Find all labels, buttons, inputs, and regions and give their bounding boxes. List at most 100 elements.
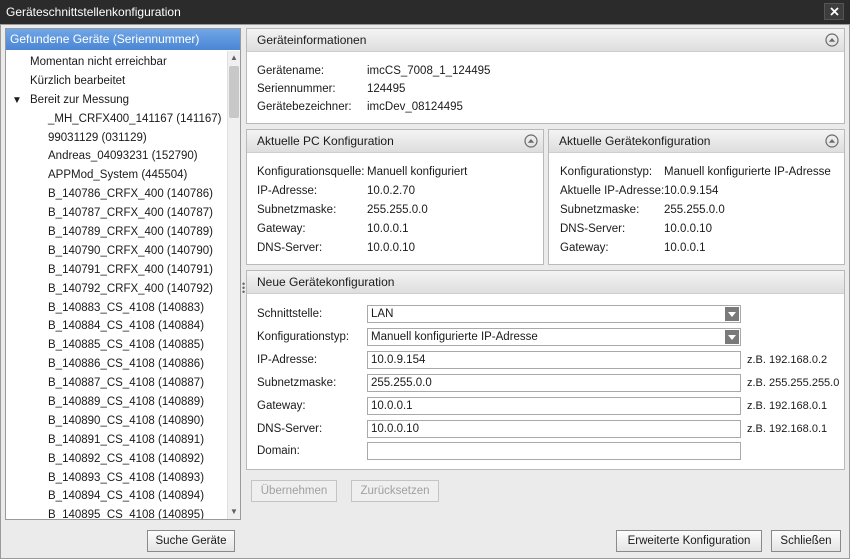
ip-hint: z.B. 192.168.0.2 <box>747 354 828 366</box>
pc-gateway-label: Gateway: <box>257 223 306 235</box>
pc-config-panel: Aktuelle PC Konfiguration Konfigurations… <box>246 129 544 265</box>
device-config-title: Aktuelle Gerätekonfiguration <box>549 130 844 153</box>
pc-mask-label: Subnetzmaske: <box>257 204 337 216</box>
mask-input[interactable]: 255.255.0.0 <box>367 374 741 392</box>
device-name-value: imcCS_7008_1_124495 <box>367 65 491 77</box>
device-item[interactable]: B_140884_CS_4108 (140884) <box>6 317 226 336</box>
device-list-scrollbar[interactable]: ▲ ▼ <box>227 51 240 519</box>
scroll-thumb[interactable] <box>229 66 239 118</box>
gateway-label: Gateway: <box>257 400 306 412</box>
device-item[interactable]: _MH_CRFX400_141167 (141167) <box>6 110 226 129</box>
pc-ip-value: 10.0.2.70 <box>367 185 415 197</box>
domain-label: Domain: <box>257 445 300 457</box>
pc-dns-value: 10.0.0.10 <box>367 242 415 254</box>
device-item[interactable]: 99031129 (031129) <box>6 129 226 148</box>
dev-ip-value: 10.0.9.154 <box>664 185 719 197</box>
interface-select-value: LAN <box>371 308 394 320</box>
dev-type-label: Konfigurationstyp: <box>560 166 653 178</box>
dev-dns-value: 10.0.0.10 <box>664 223 712 235</box>
dev-mask-label: Subnetzmaske: <box>560 204 640 216</box>
device-info-panel: Geräteinformationen Gerätename: imcCS_70… <box>246 28 845 124</box>
device-item[interactable]: B_140883_CS_4108 (140883) <box>6 299 226 318</box>
device-item[interactable]: B_140890_CS_4108 (140890) <box>6 412 226 431</box>
device-item[interactable]: B_140790_CRFX_400 (140790) <box>6 242 226 261</box>
device-item[interactable]: Andreas_04093231 (152790) <box>6 147 226 166</box>
device-item[interactable]: B_140885_CS_4108 (140885) <box>6 336 226 355</box>
config-type-label: Konfigurationstyp: <box>257 331 350 343</box>
splitter-grip[interactable]: • • • <box>242 280 245 297</box>
collapse-icon[interactable] <box>524 134 538 148</box>
dev-type-value: Manuell konfigurierte IP-Adresse <box>664 166 831 178</box>
group-recent[interactable]: Kürzlich bearbeitet <box>6 72 226 91</box>
dev-dns-label: DNS-Server: <box>560 223 626 235</box>
collapse-icon[interactable] <box>825 33 839 47</box>
dns-input[interactable]: 10.0.0.10 <box>367 420 741 438</box>
device-list[interactable]: Gefundene Geräte (Seriennummer) Momentan… <box>5 28 241 520</box>
device-item[interactable]: APPMod_System (445504) <box>6 166 226 185</box>
pc-ip-label: IP-Adresse: <box>257 185 318 197</box>
pc-dns-label: DNS-Server: <box>257 242 323 254</box>
config-type-select[interactable]: Manuell konfigurierte IP-Adresse <box>367 328 741 346</box>
pc-gateway-value: 10.0.0.1 <box>367 223 409 235</box>
pc-mask-value: 255.255.0.0 <box>367 204 428 216</box>
close-icon <box>829 7 839 16</box>
group-ready-label: Bereit zur Messung <box>30 93 130 106</box>
serial-label: Seriennummer: <box>257 83 336 95</box>
mask-hint: z.B. 255.255.255.0 <box>747 377 840 389</box>
device-item[interactable]: B_140891_CS_4108 (140891) <box>6 431 226 450</box>
interface-label: Schnittstelle: <box>257 308 323 320</box>
device-item[interactable]: B_140787_CRFX_400 (140787) <box>6 204 226 223</box>
config-type-select-value: Manuell konfigurierte IP-Adresse <box>371 331 538 343</box>
device-info-title: Geräteinformationen <box>247 29 844 52</box>
dev-gateway-label: Gateway: <box>560 242 609 254</box>
window-close-button[interactable] <box>824 3 844 20</box>
device-item[interactable]: B_140789_CRFX_400 (140789) <box>6 223 226 242</box>
domain-input[interactable] <box>367 442 741 460</box>
dns-label: DNS-Server: <box>257 423 323 435</box>
device-item[interactable]: B_140792_CRFX_400 (140792) <box>6 280 226 299</box>
device-item[interactable]: B_140895_CS_4108 (140895) <box>6 506 226 519</box>
device-item[interactable]: B_140889_CS_4108 (140889) <box>6 393 226 412</box>
scroll-up-arrow-icon[interactable]: ▲ <box>228 51 240 65</box>
device-list-items: Momentan nicht erreichbar Kürzlich bearb… <box>6 53 226 519</box>
ip-label: IP-Adresse: <box>257 354 318 366</box>
device-item[interactable]: B_140886_CS_4108 (140886) <box>6 355 226 374</box>
pc-source-value: Manuell konfiguriert <box>367 166 468 178</box>
title-bar: Geräteschnittstellenkonfiguration <box>0 0 850 24</box>
dev-ip-label: Aktuelle IP-Adresse: <box>560 185 665 197</box>
expanded-triangle-icon[interactable]: ▼ <box>12 92 30 111</box>
device-item[interactable]: B_140894_CS_4108 (140894) <box>6 487 226 506</box>
device-list-header: Gefundene Geräte (Seriennummer) <box>6 29 240 50</box>
dns-hint: z.B. 192.168.0.1 <box>747 423 828 435</box>
device-config-panel: Aktuelle Gerätekonfiguration Konfigurati… <box>548 129 845 265</box>
collapse-icon[interactable] <box>825 134 839 148</box>
new-config-title: Neue Gerätekonfiguration <box>247 271 844 294</box>
dev-mask-value: 255.255.0.0 <box>664 204 725 216</box>
window-title: Geräteschnittstellenkonfiguration <box>6 5 181 19</box>
mask-label: Subnetzmaske: <box>257 377 337 389</box>
close-button[interactable]: Schließen <box>771 530 841 552</box>
group-ready[interactable]: ▼ Bereit zur Messung <box>6 91 226 110</box>
pc-source-label: Konfigurationsquelle: <box>257 166 365 178</box>
device-item[interactable]: B_140791_CRFX_400 (140791) <box>6 261 226 280</box>
device-item[interactable]: B_140887_CS_4108 (140887) <box>6 374 226 393</box>
serial-value: 124495 <box>367 83 406 95</box>
group-unreachable[interactable]: Momentan nicht erreichbar <box>6 53 226 72</box>
designation-value: imcDev_08124495 <box>367 101 463 113</box>
device-name-label: Gerätename: <box>257 65 325 77</box>
scroll-down-arrow-icon[interactable]: ▼ <box>228 505 240 519</box>
device-item[interactable]: B_140893_CS_4108 (140893) <box>6 469 226 488</box>
designation-label: Gerätebezeichner: <box>257 101 352 113</box>
ip-input[interactable]: 10.0.9.154 <box>367 351 741 369</box>
device-item[interactable]: B_140892_CS_4108 (140892) <box>6 450 226 469</box>
search-devices-button[interactable]: Suche Geräte <box>147 530 235 552</box>
gateway-input[interactable]: 10.0.0.1 <box>367 397 741 415</box>
gateway-hint: z.B. 192.168.0.1 <box>747 400 828 412</box>
advanced-config-button[interactable]: Erweiterte Konfiguration <box>616 530 762 552</box>
reset-button[interactable]: Zurücksetzen <box>351 480 439 502</box>
device-item[interactable]: B_140786_CRFX_400 (140786) <box>6 185 226 204</box>
chevron-down-icon[interactable] <box>725 330 739 344</box>
apply-button[interactable]: Übernehmen <box>251 480 337 502</box>
interface-select[interactable]: LAN <box>367 305 741 323</box>
chevron-down-icon[interactable] <box>725 307 739 321</box>
